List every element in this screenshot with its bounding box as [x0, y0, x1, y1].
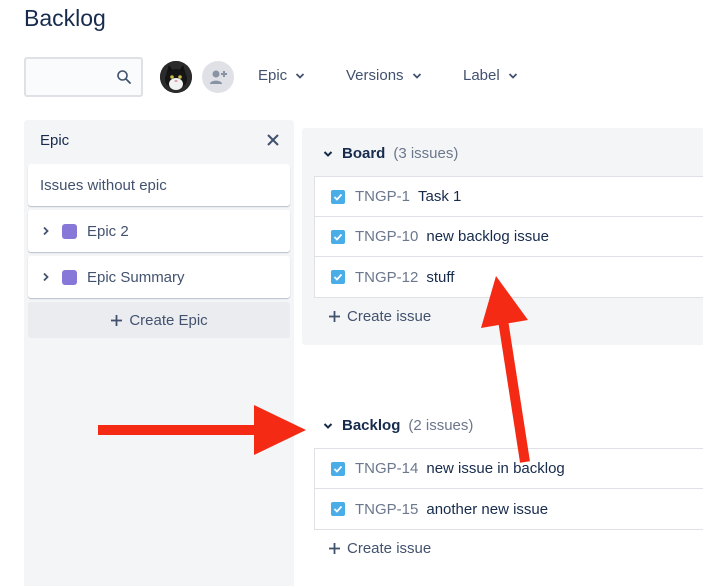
annotation-overlay — [98, 276, 530, 463]
red-arrow-right-icon — [98, 405, 306, 455]
red-arrow-up-icon — [481, 276, 530, 463]
